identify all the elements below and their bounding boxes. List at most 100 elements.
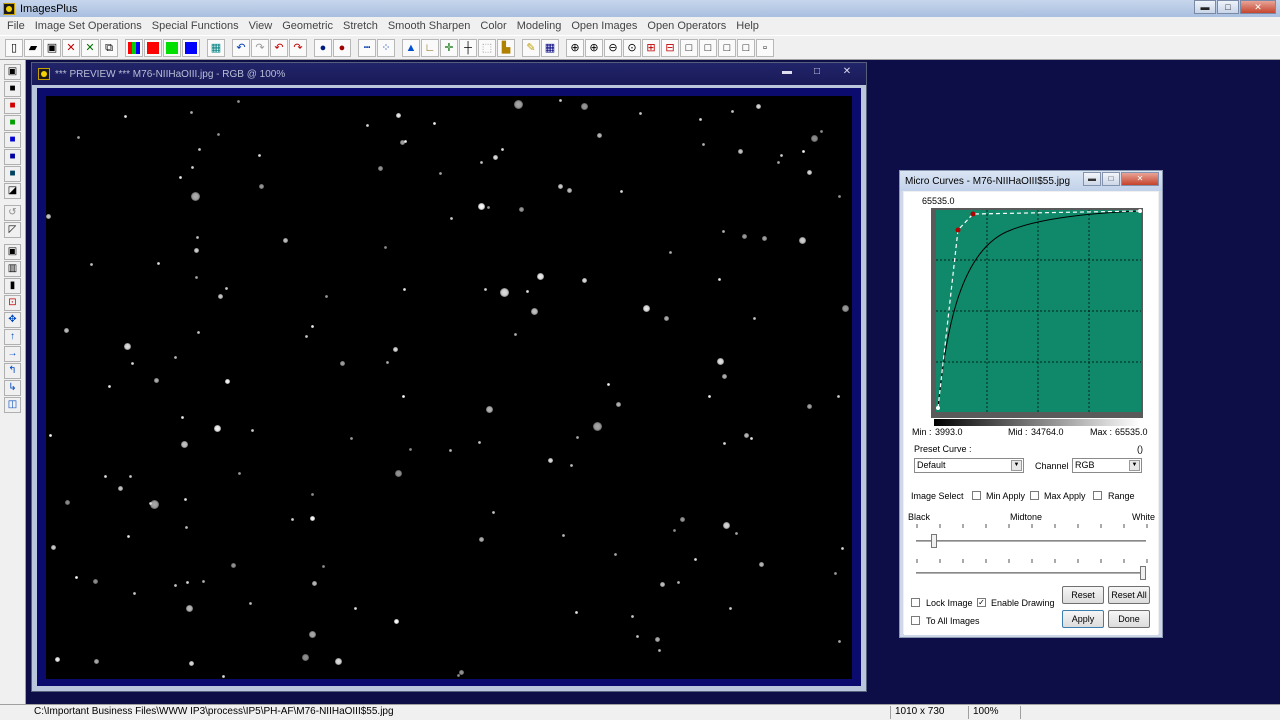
preview-titlebar[interactable]: *** PREVIEW *** M76-NIIHaOIII.jpg - RGB … <box>32 63 866 85</box>
new-file-icon[interactable]: ▯ <box>5 38 23 57</box>
curves-close-icon[interactable]: ✕ <box>1121 172 1159 186</box>
white-slider-track[interactable] <box>916 572 1146 574</box>
record-icon[interactable]: ● <box>314 38 332 57</box>
zoom-plus-icon[interactable]: ⊞ <box>642 38 660 57</box>
menu-stretch[interactable]: Stretch <box>338 20 383 32</box>
midtone-slider-thumb[interactable] <box>931 534 937 548</box>
menu-smooth-sharpen[interactable]: Smooth Sharpen <box>383 20 476 32</box>
pencil-icon[interactable]: ✎ <box>522 38 540 57</box>
reset-button[interactable]: Reset <box>1062 586 1104 604</box>
menu-open-images[interactable]: Open Images <box>566 20 642 32</box>
select-icon[interactable]: ⬚ <box>478 38 496 57</box>
rotate-right-icon[interactable]: ↳ <box>4 380 21 396</box>
zoom-in-icon[interactable]: ⊕ <box>585 38 603 57</box>
pixel-info-icon[interactable]: ⁘ <box>377 38 395 57</box>
star-field-image[interactable] <box>46 96 852 679</box>
rgb-channels-icon[interactable] <box>125 38 143 57</box>
red-swatch-icon[interactable]: ■ <box>4 98 21 114</box>
min-apply-checkbox[interactable] <box>972 491 981 500</box>
to-all-images-checkbox[interactable] <box>911 616 920 625</box>
close-icon[interactable]: ✕ <box>62 38 80 57</box>
apply-button[interactable]: Apply <box>1062 610 1104 628</box>
close-icon[interactable]: ✕ <box>1240 0 1276 14</box>
undo-icon[interactable]: ↶ <box>232 38 250 57</box>
crop-icon[interactable]: ⊡ <box>4 295 21 311</box>
move-icon[interactable]: ✥ <box>4 312 21 328</box>
undo-all-icon[interactable]: ↶ <box>270 38 288 57</box>
rect-3-icon[interactable]: □ <box>718 38 736 57</box>
menu-geometric[interactable]: Geometric <box>277 20 338 32</box>
rect-5-icon[interactable]: ▫ <box>756 38 774 57</box>
preset-curve-select[interactable]: Default ▼ <box>914 458 1024 473</box>
line-icon[interactable]: ┅ <box>358 38 376 57</box>
right-arrow-icon[interactable]: → <box>4 346 21 362</box>
shadow-icon[interactable]: ◪ <box>4 183 21 199</box>
menu-special-functions[interactable]: Special Functions <box>147 20 244 32</box>
menu-modeling[interactable]: Modeling <box>512 20 567 32</box>
rect-4-icon[interactable]: □ <box>737 38 755 57</box>
info-icon[interactable]: ◫ <box>4 397 21 413</box>
curves-titlebar[interactable]: Micro Curves - M76-NIIHaOIII$55.jpg ▬ □ … <box>900 171 1162 191</box>
reset-all-button[interactable]: Reset All <box>1108 586 1150 604</box>
blue-channel-icon[interactable] <box>182 38 200 57</box>
maximize-icon[interactable]: □ <box>1217 0 1239 14</box>
zoom-fit-icon[interactable]: ⊙ <box>623 38 641 57</box>
menu-image-set-operations[interactable]: Image Set Operations <box>30 20 147 32</box>
minimize-icon[interactable]: ▬ <box>1194 0 1216 14</box>
menu-view[interactable]: View <box>244 20 278 32</box>
curves-maximize-icon[interactable]: □ <box>1102 172 1120 186</box>
menu-open-operators[interactable]: Open Operators <box>642 20 731 32</box>
cross-icon[interactable]: ┼ <box>459 38 477 57</box>
rotate-left-icon[interactable]: ↰ <box>4 363 21 379</box>
rect-1-icon[interactable]: □ <box>680 38 698 57</box>
preview-minimize-icon[interactable]: ▬ <box>776 65 798 79</box>
folder-image-icon[interactable]: ▙ <box>497 38 515 57</box>
black-square-icon[interactable]: ■ <box>4 81 21 97</box>
black-bar-icon[interactable]: ▮ <box>4 278 21 294</box>
diagonal-icon[interactable]: ◸ <box>4 222 21 238</box>
open-folder-icon[interactable]: ▰ <box>24 38 42 57</box>
zoom-out-icon[interactable]: ⊖ <box>604 38 622 57</box>
white-slider-thumb[interactable] <box>1140 566 1146 580</box>
angle-icon[interactable]: ∟ <box>421 38 439 57</box>
up-arrow-icon[interactable]: ↑ <box>4 329 21 345</box>
stop-record-icon[interactable]: ● <box>333 38 351 57</box>
menu-color[interactable]: Color <box>475 20 511 32</box>
curves-minimize-icon[interactable]: ▬ <box>1083 172 1101 186</box>
menu-file[interactable]: File <box>2 20 30 32</box>
star <box>575 611 578 614</box>
copy-window-icon[interactable]: ⧉ <box>100 38 118 57</box>
exit-icon[interactable]: ✕ <box>81 38 99 57</box>
dark-swatch-icon[interactable]: ■ <box>4 166 21 182</box>
grid-icon[interactable]: ▦ <box>207 38 225 57</box>
save-icon[interactable]: ▣ <box>4 64 21 80</box>
preview-close-icon[interactable]: ✕ <box>836 65 858 79</box>
channel-select[interactable]: RGB ▼ <box>1072 458 1142 473</box>
done-button[interactable]: Done <box>1108 610 1150 628</box>
max-apply-checkbox[interactable] <box>1030 491 1039 500</box>
curve-graph[interactable] <box>931 208 1143 418</box>
crosshair-icon[interactable]: ✛ <box>440 38 458 57</box>
rect-2-icon[interactable]: □ <box>699 38 717 57</box>
save-icon[interactable]: ▣ <box>43 38 61 57</box>
redo-icon[interactable]: ↷ <box>251 38 269 57</box>
bars-icon[interactable]: ▥ <box>4 261 21 277</box>
table-icon[interactable]: ▦ <box>541 38 559 57</box>
enable-drawing-checkbox[interactable]: ✓ <box>977 598 986 607</box>
triangle-icon[interactable]: ▲ <box>402 38 420 57</box>
midtone-slider-track[interactable] <box>916 540 1146 542</box>
lock-image-checkbox[interactable] <box>911 598 920 607</box>
frame-icon[interactable]: ▣ <box>4 244 21 260</box>
blue-swatch-icon[interactable]: ■ <box>4 132 21 148</box>
redo-all-icon[interactable]: ↷ <box>289 38 307 57</box>
range-checkbox[interactable] <box>1093 491 1102 500</box>
preview-maximize-icon[interactable]: □ <box>806 65 828 79</box>
menu-help[interactable]: Help <box>731 20 764 32</box>
green-swatch-icon[interactable]: ■ <box>4 115 21 131</box>
blue-black-icon[interactable]: ■ <box>4 149 21 165</box>
zoom-icon[interactable]: ⊕ <box>566 38 584 57</box>
red-channel-icon[interactable] <box>144 38 162 57</box>
zoom-minus-icon[interactable]: ⊟ <box>661 38 679 57</box>
green-channel-icon[interactable] <box>163 38 181 57</box>
rotate-icon[interactable]: ↺ <box>4 205 21 221</box>
